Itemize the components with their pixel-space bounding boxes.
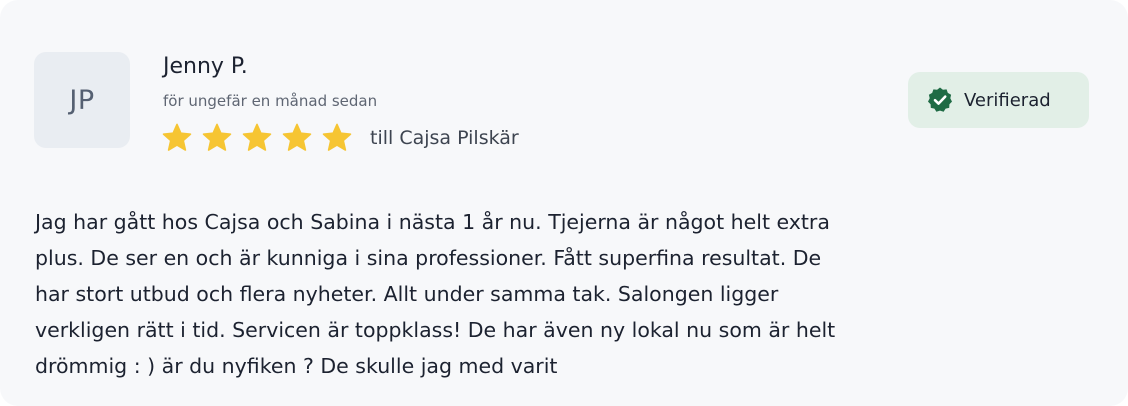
- verified-check-icon: [926, 86, 954, 114]
- review-text: Jag har gått hos Cajsa och Sabina i näst…: [35, 210, 836, 378]
- star-rating: [161, 122, 361, 154]
- verified-label: Verifierad: [964, 89, 1051, 111]
- reviewer-name: Jenny P.: [163, 54, 248, 79]
- star-icon: [241, 122, 273, 154]
- star-icon: [321, 122, 353, 154]
- rating-row: till Cajsa Pilskär: [161, 120, 519, 156]
- verified-badge: Verifierad: [908, 72, 1089, 128]
- avatar-initials: JP: [69, 84, 95, 116]
- staff-name: till Cajsa Pilskär: [370, 127, 519, 149]
- review-time: för ungefär en månad sedan: [163, 92, 378, 110]
- star-icon: [281, 122, 313, 154]
- star-icon: [161, 122, 193, 154]
- review-card: JP Jenny P. för ungefär en månad sedan t…: [0, 0, 1128, 406]
- star-icon: [201, 122, 233, 154]
- avatar: JP: [34, 52, 130, 148]
